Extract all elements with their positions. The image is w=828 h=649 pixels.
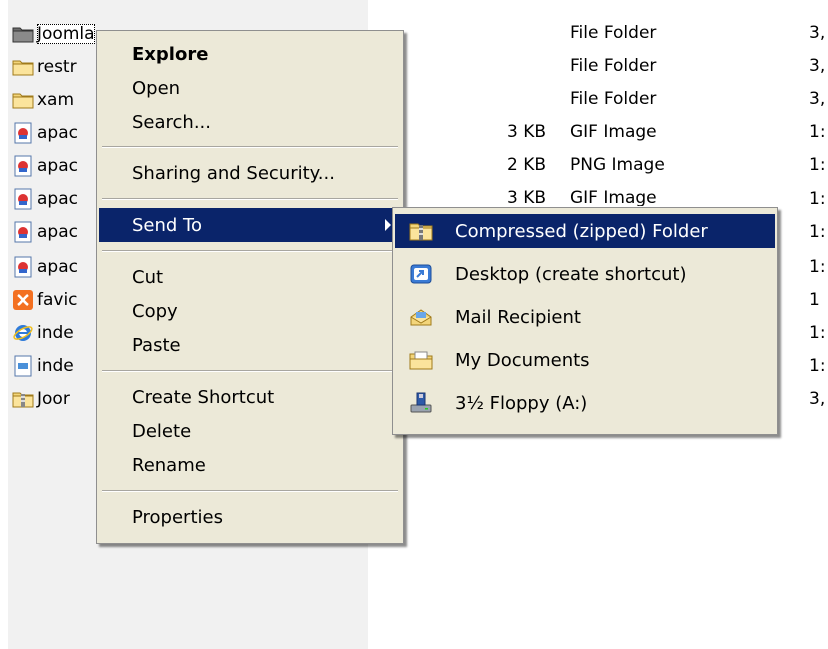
- sendto-item-mail-recipient[interactable]: Mail Recipient: [395, 300, 775, 334]
- xampp-icon: [12, 289, 34, 311]
- menu-item-search[interactable]: Search...: [99, 105, 401, 139]
- file-type: PNG Image: [570, 155, 665, 175]
- file-type: GIF Image: [570, 190, 657, 206]
- menu-item-copy[interactable]: Copy: [99, 294, 401, 328]
- context-menu: Explore Open Search... Sharing and Secur…: [96, 30, 404, 544]
- file-name: apac: [37, 189, 78, 209]
- menu-item-rename[interactable]: Rename: [99, 448, 401, 482]
- file-type: GIF Image: [570, 122, 657, 142]
- ie-html-icon: [12, 322, 34, 344]
- file-name: apac: [37, 123, 78, 143]
- file-date: 1:: [809, 323, 826, 343]
- file-date: 1:: [809, 222, 826, 242]
- file-type: File Folder: [570, 23, 657, 43]
- file-name: Joomla: [37, 24, 95, 44]
- floppy-drive-icon: [409, 391, 433, 415]
- sendto-label: Mail Recipient: [455, 306, 581, 328]
- sendto-label: 3½ Floppy (A:): [455, 392, 588, 414]
- file-name: xam: [37, 90, 75, 110]
- send-to-submenu: Compressed (zipped) Folder Desktop (crea…: [392, 207, 778, 435]
- zip-folder-icon: [409, 219, 433, 243]
- folder-icon: [12, 56, 34, 78]
- file-name: apac: [37, 257, 78, 277]
- folder-icon: [12, 89, 34, 111]
- file-date: 3,: [809, 56, 826, 76]
- menu-item-delete[interactable]: Delete: [99, 414, 401, 448]
- menu-separator: [102, 250, 398, 252]
- menu-item-properties[interactable]: Properties: [99, 500, 401, 534]
- file-date: 1:: [809, 356, 826, 376]
- folder-dark-icon: [12, 23, 34, 45]
- file-name: apac: [37, 156, 78, 176]
- image-file-icon: [12, 155, 34, 177]
- image-file-icon: [12, 122, 34, 144]
- menu-item-open[interactable]: Open: [99, 71, 401, 105]
- file-date: 1:: [809, 122, 826, 142]
- submenu-arrow-icon: [385, 219, 391, 231]
- image-file-icon: [12, 256, 34, 278]
- menu-item-explore[interactable]: Explore: [99, 37, 401, 71]
- file-name: inde: [37, 323, 74, 343]
- menu-item-sharing-security[interactable]: Sharing and Security...: [99, 156, 401, 190]
- file-date: 3,: [809, 89, 826, 109]
- menu-item-cut[interactable]: Cut: [99, 260, 401, 294]
- sendto-item-floppy[interactable]: 3½ Floppy (A:): [395, 386, 775, 420]
- file-date: 3,: [809, 389, 826, 409]
- menu-separator: [102, 146, 398, 148]
- file-size: 3 KB: [506, 122, 546, 142]
- file-date: 1:: [809, 257, 826, 277]
- desktop-shortcut-icon: [409, 262, 433, 286]
- image-file-icon: [12, 188, 34, 210]
- file-size: 2 KB: [506, 155, 546, 175]
- sendto-label: My Documents: [455, 349, 590, 371]
- menu-separator: [102, 370, 398, 372]
- file-date: 3,: [809, 23, 826, 43]
- menu-item-paste[interactable]: Paste: [99, 328, 401, 362]
- mail-envelope-icon: [409, 305, 433, 329]
- zip-folder-icon: [12, 388, 34, 410]
- sendto-item-desktop[interactable]: Desktop (create shortcut): [395, 257, 775, 291]
- menu-item-send-to[interactable]: Send To: [99, 208, 401, 242]
- file-name: Joor: [37, 389, 70, 409]
- menu-separator: [102, 490, 398, 492]
- my-documents-folder-icon: [409, 348, 433, 372]
- file-name: apac: [37, 222, 78, 242]
- text-file-icon: [12, 355, 34, 377]
- sendto-label: Desktop (create shortcut): [455, 263, 687, 285]
- file-type: File Folder: [570, 89, 657, 109]
- file-size: 3 KB: [506, 190, 546, 206]
- file-type: File Folder: [570, 56, 657, 76]
- menu-item-create-shortcut[interactable]: Create Shortcut: [99, 380, 401, 414]
- sendto-label: Compressed (zipped) Folder: [455, 220, 708, 242]
- sendto-item-compressed-folder[interactable]: Compressed (zipped) Folder: [395, 214, 775, 248]
- file-name: favic: [37, 290, 78, 310]
- file-date: 1: [809, 290, 820, 310]
- image-file-icon: [12, 221, 34, 243]
- file-name: restr: [37, 57, 77, 77]
- file-date: 1:: [809, 189, 826, 209]
- send-to-label: Send To: [132, 214, 203, 236]
- file-name: inde: [37, 356, 74, 376]
- sendto-item-my-documents[interactable]: My Documents: [395, 343, 775, 377]
- menu-separator: [102, 198, 398, 200]
- file-date: 1:: [809, 155, 826, 175]
